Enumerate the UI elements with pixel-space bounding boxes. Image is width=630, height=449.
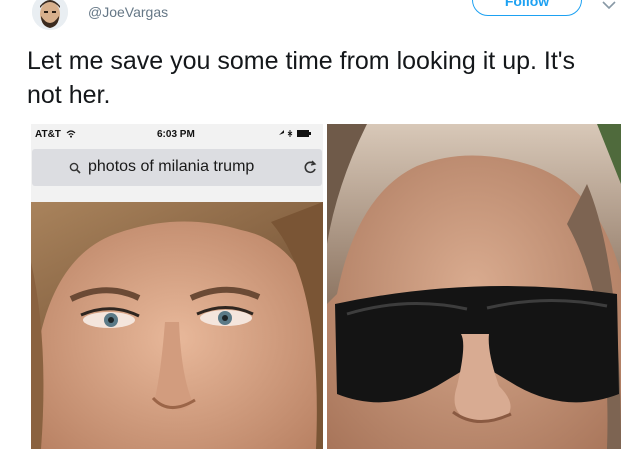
search-bar: photos of milania trump bbox=[32, 149, 322, 186]
carrier-label: AT&T bbox=[35, 129, 76, 140]
tweet-text: Let me save you some time from looking i… bbox=[27, 47, 576, 109]
chevron-down-icon[interactable] bbox=[600, 0, 618, 12]
bearded-man-avatar-icon bbox=[32, 0, 68, 30]
status-bar: AT&T 6:03 PM bbox=[31, 124, 323, 146]
tweet-media[interactable]: AT&T 6:03 PM photos of milania trump bbox=[31, 124, 621, 449]
user-avatar[interactable] bbox=[32, 0, 68, 30]
search-icon bbox=[69, 161, 81, 179]
status-time: 6:03 PM bbox=[157, 129, 195, 140]
phone-screenshot-image: AT&T 6:03 PM photos of milania trump bbox=[31, 124, 323, 449]
follow-button[interactable]: Follow bbox=[472, 0, 582, 16]
wifi-icon bbox=[66, 130, 76, 138]
face-photo-left bbox=[31, 202, 323, 449]
face-photo-right bbox=[327, 124, 621, 449]
battery-indicator bbox=[277, 129, 313, 140]
reload-icon bbox=[303, 159, 317, 180]
user-handle[interactable]: @JoeVargas bbox=[88, 4, 168, 20]
search-query: photos of milania trump bbox=[88, 158, 255, 175]
